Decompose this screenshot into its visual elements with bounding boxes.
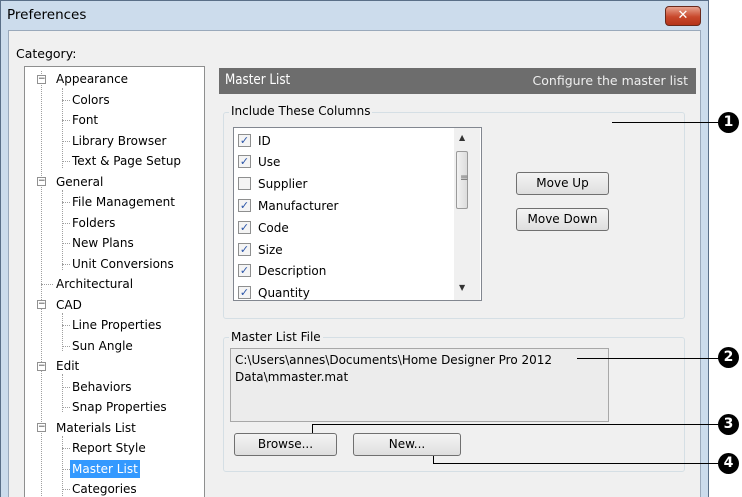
tree-connector	[62, 202, 70, 203]
tree-item-master-list[interactable]: Master List	[70, 460, 140, 478]
tree-item-file-management[interactable]: File Management	[72, 193, 175, 211]
scroll-up-arrow-icon[interactable]: ▲	[459, 133, 465, 142]
columns-checklist[interactable]: ✓ ID ✓ Use Supplier ✓ Manufacturer ✓ Code ✓ S…	[233, 127, 482, 301]
list-item[interactable]: ✓ Use	[238, 152, 280, 172]
list-item-label: Use	[258, 155, 281, 169]
tree-connector	[62, 325, 70, 326]
columns-group-label: Include These Columns	[229, 104, 373, 118]
callout-line	[612, 122, 718, 123]
tree-connector	[62, 407, 70, 408]
tree-connector	[62, 489, 70, 490]
expand-toggle-icon[interactable]: −	[37, 177, 46, 186]
move-up-button[interactable]: Move Up	[516, 172, 609, 195]
tree-item-sun-angle[interactable]: Sun Angle	[72, 337, 133, 355]
tree-item-unit-conversions[interactable]: Unit Conversions	[72, 255, 174, 273]
tree-item-line-properties[interactable]: Line Properties	[72, 316, 161, 334]
tree-item-architectural[interactable]: Architectural	[56, 275, 133, 293]
window-title: Preferences	[7, 7, 87, 23]
panel-header: Master List Configure the master list	[219, 68, 696, 94]
tree-connector	[62, 243, 70, 244]
callout-line	[312, 424, 718, 425]
checkbox[interactable]: ✓	[238, 199, 251, 212]
tree-connector	[62, 346, 70, 347]
list-item[interactable]: Supplier	[238, 174, 307, 194]
list-item-label: Quantity	[258, 286, 310, 300]
checkbox[interactable]: ✓	[238, 134, 251, 147]
expand-toggle-icon[interactable]: −	[37, 75, 46, 84]
tree-connector	[62, 161, 70, 162]
browse-button[interactable]: Browse...	[234, 433, 337, 456]
panel-title: Master List	[225, 72, 291, 88]
list-item[interactable]: ✓ Description	[238, 261, 326, 281]
tree-connector	[62, 448, 70, 449]
list-item-label: Description	[258, 264, 327, 278]
tree-item-colors[interactable]: Colors	[72, 91, 110, 109]
tree-connector	[62, 223, 70, 224]
checkbox[interactable]: ✓	[238, 221, 251, 234]
callout-badge: 2	[718, 347, 739, 368]
checkbox[interactable]	[238, 177, 251, 190]
callout-line	[577, 358, 719, 359]
tree-branch-line-materials	[62, 436, 63, 496]
tree-item-edit[interactable]: Edit	[56, 357, 79, 375]
master-list-file-label: Master List File	[229, 330, 323, 344]
tree-item-new-plans[interactable]: New Plans	[72, 234, 134, 252]
tree-item-appearance[interactable]: Appearance	[56, 70, 128, 88]
tree-item-categories[interactable]: Categories	[72, 480, 137, 497]
category-label: Category:	[16, 46, 77, 61]
list-item-label: Size	[258, 243, 283, 257]
tree-connector	[62, 120, 70, 121]
category-tree[interactable]: − Appearance Colors Font Library Browser…	[24, 66, 205, 497]
scroll-grip-icon: ≡	[460, 173, 469, 184]
close-button[interactable]: ✕	[665, 6, 701, 26]
tree-item-general[interactable]: General	[56, 173, 103, 191]
callout-badge: 3	[718, 414, 739, 435]
close-icon: ✕	[677, 8, 689, 23]
tree-connector	[62, 387, 70, 388]
checkbox[interactable]: ✓	[238, 155, 251, 168]
callout-badge: 1	[718, 112, 739, 133]
tree-item-snap-properties[interactable]: Snap Properties	[72, 398, 167, 416]
panel-description: Configure the master list	[532, 73, 688, 88]
checkbox[interactable]: ✓	[238, 286, 251, 299]
list-item-label: Code	[258, 221, 289, 235]
tree-connector	[62, 469, 70, 470]
checkbox[interactable]: ✓	[238, 264, 251, 277]
expand-toggle-icon[interactable]: −	[37, 362, 46, 371]
list-item[interactable]: ✓ Code	[238, 218, 289, 238]
list-item[interactable]: ✓ ID	[238, 131, 271, 151]
tree-connector	[41, 284, 53, 285]
tree-item-text-page-setup[interactable]: Text & Page Setup	[72, 152, 181, 170]
list-item-label: ID	[258, 134, 271, 148]
tree-item-font[interactable]: Font	[72, 111, 98, 129]
callout-line	[312, 424, 313, 433]
tree-item-folders[interactable]: Folders	[72, 214, 115, 232]
checkbox[interactable]: ✓	[238, 243, 251, 256]
tree-connector	[62, 264, 70, 265]
move-down-button[interactable]: Move Down	[516, 208, 609, 231]
callout-line	[433, 463, 718, 464]
tree-connector	[62, 100, 70, 101]
expand-toggle-icon[interactable]: −	[37, 300, 46, 309]
master-list-file-path: C:\Users\annes\Documents\Home Designer P…	[230, 348, 609, 422]
list-item-label: Supplier	[258, 177, 308, 191]
callout-badge: 4	[718, 453, 739, 474]
list-item-label: Manufacturer	[258, 199, 339, 213]
file-path-line-1: C:\Users\annes\Documents\Home Designer P…	[235, 353, 553, 367]
list-item[interactable]: ✓ Quantity	[238, 283, 310, 300]
file-path-line-2: Data\mmaster.mat	[235, 370, 349, 384]
tree-item-materials-list[interactable]: Materials List	[56, 419, 136, 437]
tree-item-report-style[interactable]: Report Style	[72, 439, 146, 457]
expand-toggle-icon[interactable]: −	[37, 423, 46, 432]
tree-item-behaviors[interactable]: Behaviors	[72, 378, 132, 396]
list-item[interactable]: ✓ Manufacturer	[238, 196, 338, 216]
list-item[interactable]: ✓ Size	[238, 240, 283, 260]
tree-item-cad[interactable]: CAD	[56, 296, 82, 314]
scroll-down-arrow-icon[interactable]: ▼	[459, 283, 465, 292]
new-button[interactable]: New...	[353, 433, 461, 456]
callout-line	[433, 456, 434, 463]
tree-connector	[62, 141, 70, 142]
tree-item-library-browser[interactable]: Library Browser	[72, 132, 166, 150]
